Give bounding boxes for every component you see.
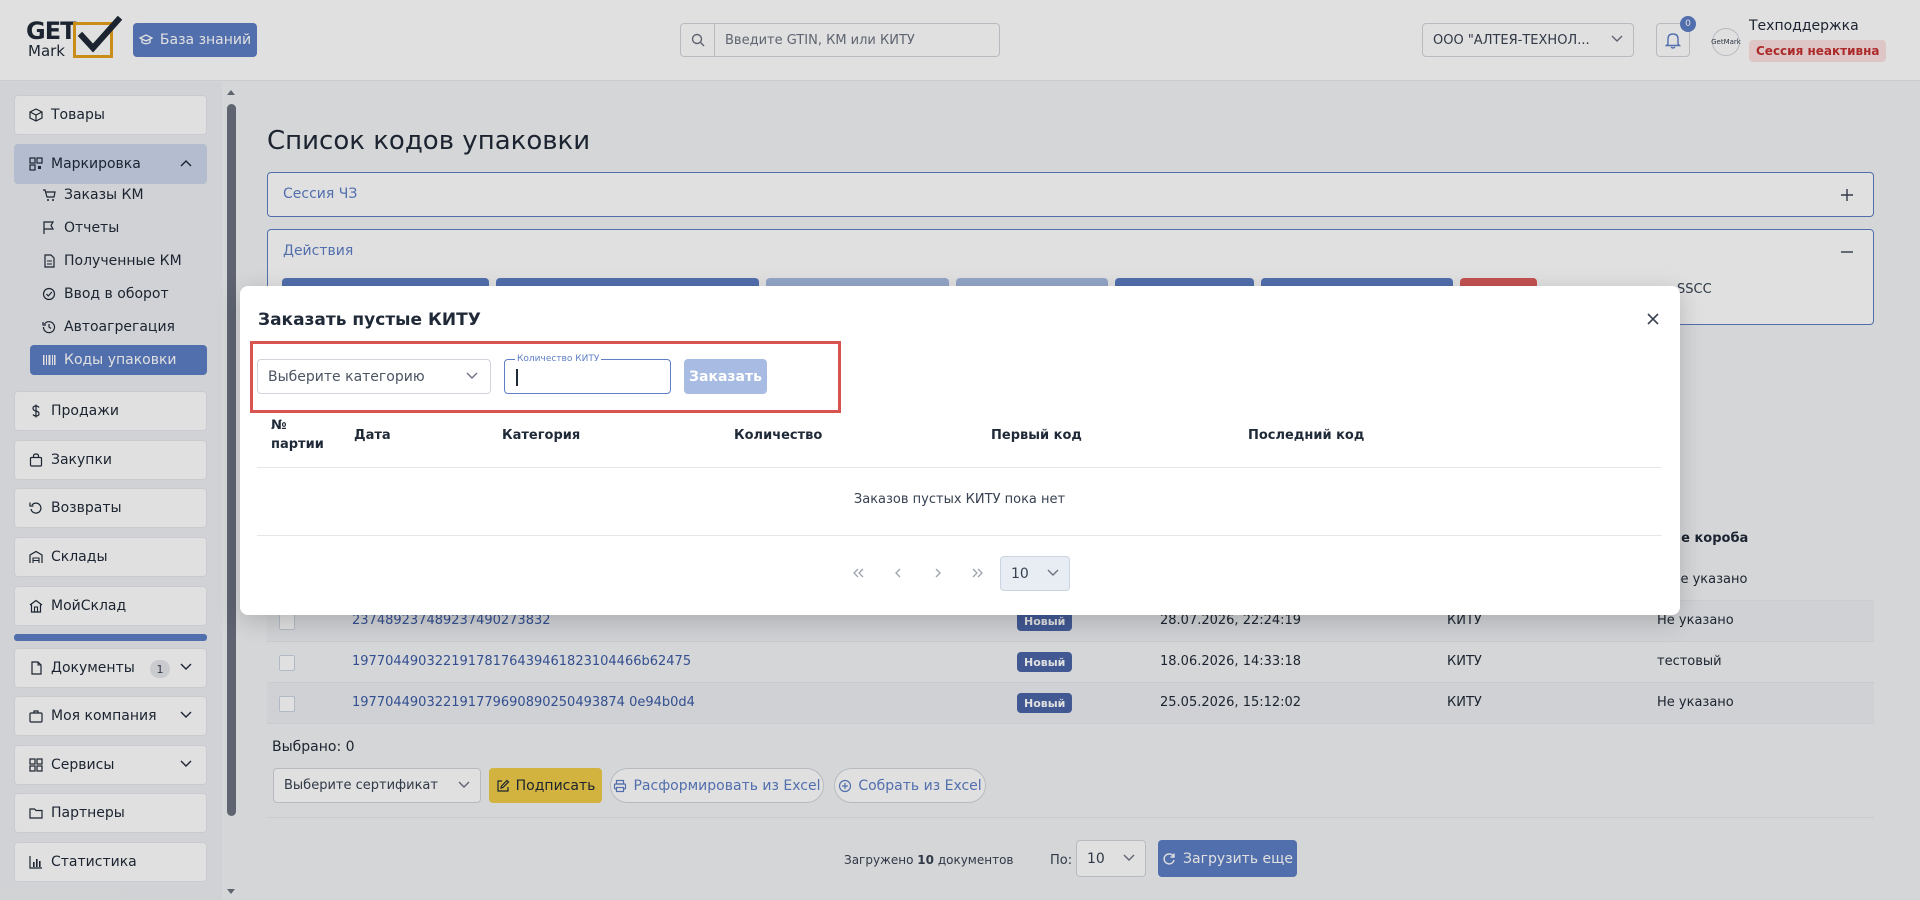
chevrons-left-icon [853, 568, 864, 578]
table-divider [257, 535, 1662, 536]
order-kitu-modal: Заказать пустые КИТУ Выберите категорию … [240, 286, 1680, 615]
chevrons-right-icon [972, 568, 983, 578]
quantity-field[interactable]: Количество КИТУ [504, 353, 671, 394]
page-size-select[interactable]: 10 [1000, 556, 1070, 591]
quantity-input[interactable] [513, 368, 663, 386]
column-header-first-code[interactable]: Первый код [991, 426, 1082, 445]
chevron-left-icon [895, 568, 901, 578]
category-select-value: Выберите категорию [268, 368, 425, 385]
chevron-right-icon [935, 568, 941, 578]
category-select[interactable]: Выберите категорию [257, 359, 491, 394]
chevron-down-icon [1047, 569, 1059, 576]
empty-table-message: Заказов пустых КИТУ пока нет [853, 492, 1066, 507]
column-header-quantity[interactable]: Количество [734, 426, 822, 445]
column-header-date[interactable]: Дата [354, 426, 391, 445]
column-header-category[interactable]: Категория [502, 426, 580, 445]
last-page-button[interactable] [970, 564, 986, 582]
column-header-batch[interactable]: № партии [271, 416, 326, 454]
chevron-down-icon [466, 372, 478, 379]
text-caret [516, 369, 518, 386]
close-icon[interactable] [1646, 312, 1660, 326]
first-page-button[interactable] [850, 564, 866, 582]
modal-title: Заказать пустые КИТУ [258, 310, 481, 330]
table-divider [257, 467, 1662, 468]
column-header-last-code[interactable]: Последний код [1248, 426, 1364, 445]
next-page-button[interactable] [930, 564, 946, 582]
page-size-value: 10 [1011, 565, 1029, 582]
quantity-field-label: Количество КИТУ [515, 353, 602, 365]
prev-page-button[interactable] [890, 564, 906, 582]
order-button[interactable]: Заказать [684, 359, 767, 394]
